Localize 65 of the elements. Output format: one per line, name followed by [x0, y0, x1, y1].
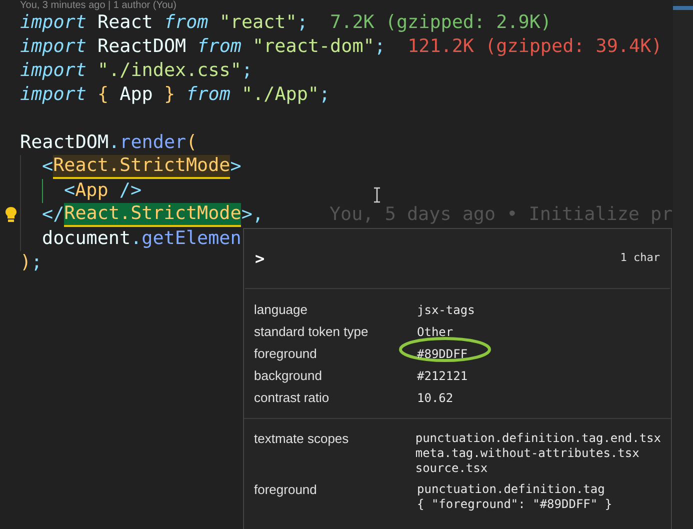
code-token: {	[96, 84, 109, 106]
code-token: getElemen	[142, 228, 242, 250]
import-size-label: 7.2K (gzipped: 2.9K)	[329, 12, 552, 34]
code-token: import	[20, 36, 86, 58]
import-size-label: 121.2K (gzipped: 39.4K)	[406, 36, 662, 58]
code-token: )	[20, 252, 32, 274]
scope-value: punctuation.definition.tag	[417, 482, 606, 497]
code-token: ;	[31, 252, 42, 274]
scope-value: source.tsx	[415, 461, 489, 476]
scope-value: { "foreground": "#89DDFF" }	[417, 497, 612, 512]
code-token: .	[108, 132, 120, 154]
property-label: foreground	[254, 482, 318, 498]
code-token: from	[197, 36, 242, 58]
code-token: "react"	[218, 12, 297, 34]
code-token: }	[164, 84, 176, 106]
code-token: import	[20, 12, 86, 34]
property-value: #89DDFF	[417, 347, 468, 361]
blame-header[interactable]: You, 3 minutes ago | 1 author (You)	[0, 0, 176, 11]
code-token: ;	[374, 36, 386, 58]
code-token: React.StrictMode	[64, 203, 242, 227]
code-token: >	[241, 204, 252, 226]
scrollbar-track[interactable]	[672, 0, 693, 529]
property-value: jsx-tags	[417, 303, 475, 317]
code-token: React	[96, 12, 154, 34]
minimap-marker	[672, 6, 693, 10]
code-token: from	[164, 12, 208, 34]
code-token: document	[42, 228, 131, 250]
text-cursor-icon	[373, 187, 381, 203]
expand-chevron[interactable]: >	[255, 246, 265, 270]
property-label: standard token type	[254, 323, 370, 342]
code-token: App	[75, 180, 108, 202]
scope-value: punctuation.definition.tag.end.tsx	[415, 431, 661, 446]
code-token: import	[20, 84, 86, 106]
code-token: ;	[296, 12, 308, 34]
code-token: ReactDOM	[20, 132, 109, 154]
char-count: 1 char	[620, 250, 660, 266]
code-token: React.StrictMode	[53, 155, 230, 179]
property-value: 10.62	[417, 391, 454, 405]
property-label: language	[254, 301, 308, 320]
code-token: "./index.css"	[96, 60, 242, 82]
code-token: ReactDOM	[96, 36, 188, 58]
code-token: />	[118, 180, 142, 202]
property-value: #212121	[417, 369, 468, 383]
code-token: render	[120, 132, 186, 154]
code-token: >	[230, 156, 242, 178]
code-token: <	[42, 156, 54, 178]
code-token: (	[186, 132, 198, 154]
property-label: contrast ratio	[254, 389, 330, 408]
lightbulb-icon[interactable]	[5, 207, 17, 222]
code-token: .	[130, 228, 142, 250]
property-label: foreground	[254, 345, 318, 364]
code-token: ,	[252, 204, 264, 226]
code-token: App	[118, 84, 154, 106]
property-label: textmate scopes	[254, 431, 350, 447]
code-token: </	[42, 204, 64, 226]
code-token: "react-dom"	[252, 36, 374, 58]
code-token: from	[185, 84, 230, 106]
code-token: "./App"	[240, 84, 319, 106]
scope-value: meta.tag.without-attributes.tsx	[415, 446, 640, 461]
code-token: ;	[319, 84, 330, 106]
property-label: background	[254, 367, 323, 386]
code-token: <	[64, 180, 76, 202]
code-token: ;	[241, 60, 253, 82]
property-value: Other	[417, 325, 454, 339]
code-token: import	[20, 60, 86, 82]
